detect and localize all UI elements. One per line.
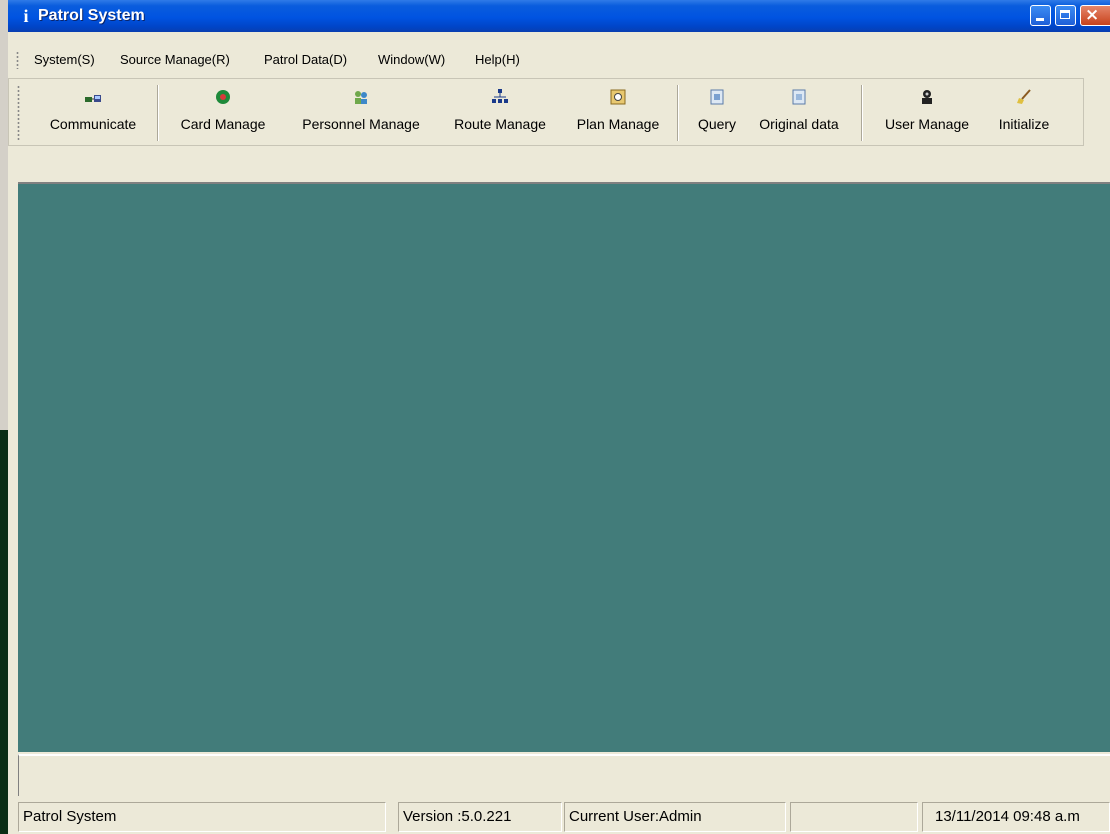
close-icon: × xyxy=(1085,5,1100,25)
status-version: Version :5.0.221 xyxy=(398,802,562,832)
status-app-name: Patrol System xyxy=(18,802,386,832)
toolbar: Communicate Card Manage Personnel Manage xyxy=(8,78,1084,146)
status-current-user: Current User:Admin xyxy=(564,802,786,832)
menu-bar: System(S) Source Manage(R) Patrol Data(D… xyxy=(8,48,1110,74)
minimize-button[interactable] xyxy=(1030,5,1051,26)
initialize-label: Initialize xyxy=(998,116,1050,132)
toolbar-separator xyxy=(677,85,679,141)
user-manage-label: User Manage xyxy=(884,116,970,132)
menu-window[interactable]: Window(W) xyxy=(378,51,445,69)
minimize-icon xyxy=(1036,18,1044,21)
mdi-workspace[interactable] xyxy=(18,182,1110,752)
status-bar: Patrol System Version :5.0.221 Current U… xyxy=(18,802,1110,832)
toolbar-separator xyxy=(861,85,863,141)
bottom-panel xyxy=(18,754,1110,796)
personnel-manage-label: Personnel Manage xyxy=(302,116,420,132)
initialize-icon xyxy=(1017,89,1031,104)
status-datetime: 13/11/2014 09:48 a.m xyxy=(922,802,1110,832)
menu-help[interactable]: Help(H) xyxy=(475,51,520,69)
menu-patrol-data[interactable]: Patrol Data(D) xyxy=(264,51,347,69)
maximize-icon xyxy=(1060,10,1070,19)
query-button[interactable]: Query xyxy=(687,79,747,145)
communicate-icon xyxy=(85,95,101,102)
user-manage-icon xyxy=(922,90,932,104)
menu-system[interactable]: System(S) xyxy=(34,51,95,69)
card-icon xyxy=(216,90,230,104)
query-icon xyxy=(710,89,724,105)
app-window: i Patrol System × System(S) Source Manag… xyxy=(8,0,1110,834)
menu-grip[interactable] xyxy=(16,51,19,69)
personnel-manage-button[interactable]: Personnel Manage xyxy=(285,79,437,145)
user-manage-button[interactable]: User Manage xyxy=(871,79,983,145)
original-data-icon xyxy=(792,89,806,105)
query-label: Query xyxy=(697,116,737,132)
route-manage-button[interactable]: Route Manage xyxy=(439,79,561,145)
toolbar-spacer xyxy=(8,146,1110,180)
communicate-button[interactable]: Communicate xyxy=(35,79,151,145)
communicate-label: Communicate xyxy=(49,116,137,132)
personnel-icon xyxy=(355,91,367,104)
original-data-button[interactable]: Original data xyxy=(749,79,849,145)
maximize-button[interactable] xyxy=(1055,5,1076,26)
close-button[interactable]: × xyxy=(1080,5,1110,26)
info-i-icon: i xyxy=(23,6,29,26)
plan-manage-button[interactable]: Plan Manage xyxy=(565,79,671,145)
plan-icon xyxy=(610,89,626,105)
window-title: Patrol System xyxy=(38,7,145,24)
card-manage-label: Card Manage xyxy=(180,116,266,132)
toolbar-grip[interactable] xyxy=(17,85,20,141)
card-manage-button[interactable]: Card Manage xyxy=(165,79,281,145)
toolbar-separator xyxy=(157,85,159,141)
initialize-button[interactable]: Initialize xyxy=(985,79,1063,145)
original-data-label: Original data xyxy=(759,116,839,132)
plan-manage-label: Plan Manage xyxy=(576,116,660,132)
title-bar[interactable]: i Patrol System × xyxy=(8,0,1110,32)
route-manage-label: Route Manage xyxy=(454,116,546,132)
route-icon xyxy=(492,89,508,103)
status-empty-panel xyxy=(790,802,918,832)
menu-source-manage[interactable]: Source Manage(R) xyxy=(120,51,230,69)
screen-edge-accent xyxy=(0,430,8,834)
